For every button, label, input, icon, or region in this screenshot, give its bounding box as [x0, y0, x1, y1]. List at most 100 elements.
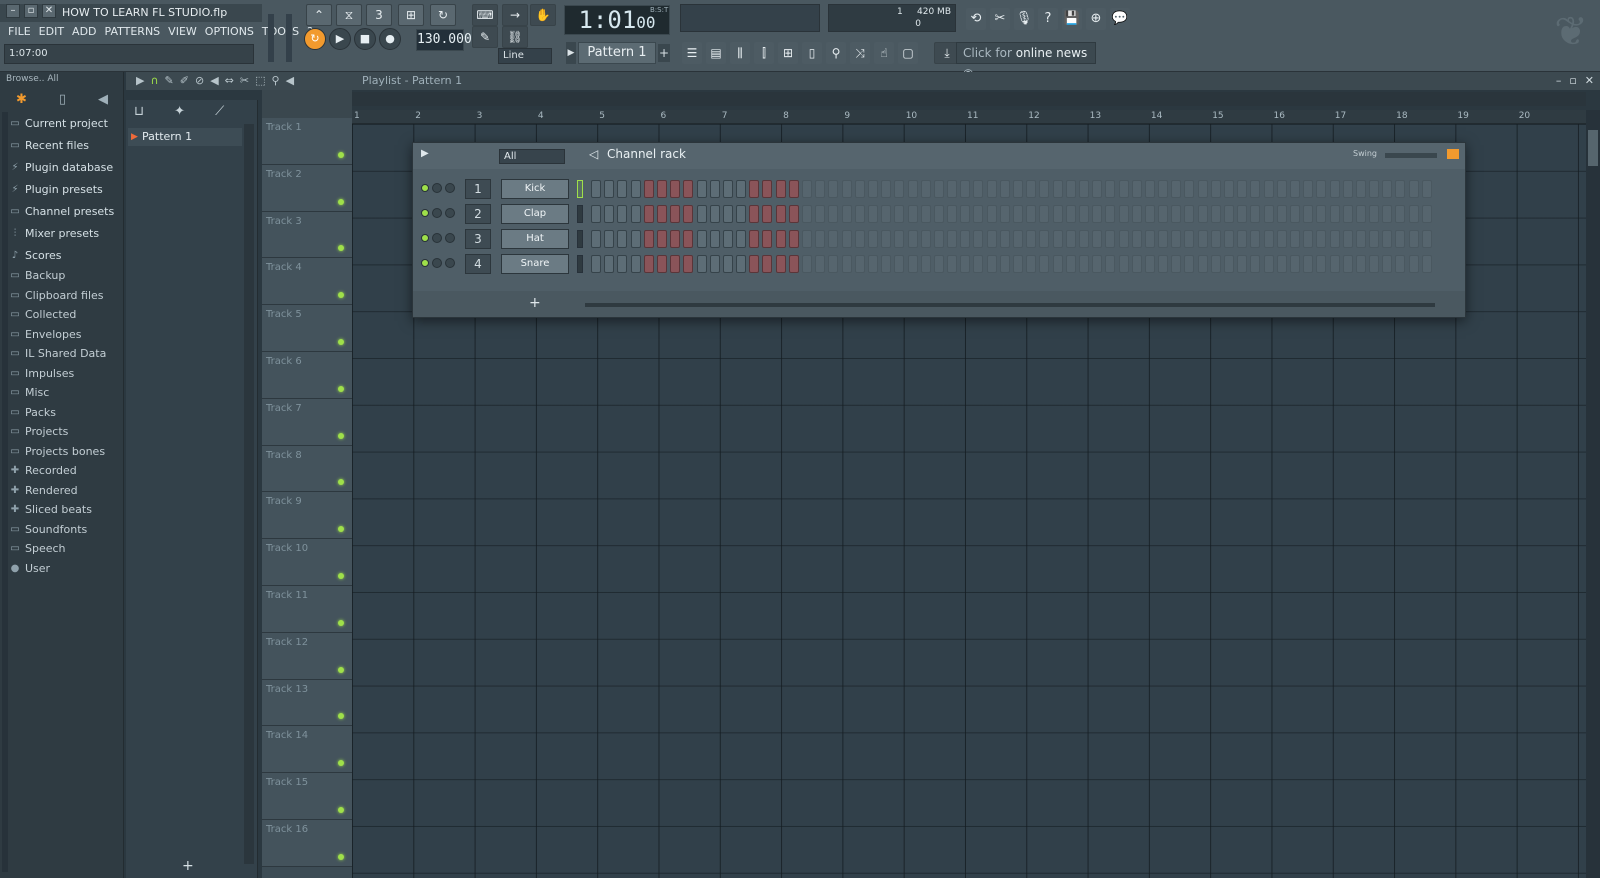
step-button[interactable]: [722, 255, 733, 273]
step-button[interactable]: [604, 255, 615, 273]
track-mute-led[interactable]: [338, 151, 344, 158]
step-button[interactable]: [933, 180, 944, 198]
track-header[interactable]: Track 15: [262, 773, 352, 820]
piano-roll-icon[interactable]: ▤: [706, 42, 726, 64]
step-button[interactable]: [1289, 230, 1300, 248]
step-button[interactable]: [802, 180, 812, 198]
step-button[interactable]: [1342, 230, 1353, 248]
step-button[interactable]: [986, 205, 997, 223]
step-button[interactable]: [1052, 180, 1063, 198]
channel-name-button[interactable]: Hat: [501, 229, 569, 249]
step-button[interactable]: [933, 205, 944, 223]
channel-select[interactable]: [577, 205, 583, 223]
step-button[interactable]: [1395, 205, 1406, 223]
step-button[interactable]: [947, 255, 958, 273]
browser-item[interactable]: ▭ Clipboard files: [10, 286, 122, 306]
step-button[interactable]: [1369, 255, 1380, 273]
play-button[interactable]: ▶: [329, 28, 351, 50]
step-button[interactable]: [973, 230, 984, 248]
step-button[interactable]: [1369, 230, 1380, 248]
step-button[interactable]: [907, 230, 918, 248]
step-button[interactable]: [696, 230, 707, 248]
step-button[interactable]: [986, 230, 997, 248]
step-button[interactable]: [999, 180, 1010, 198]
menu-edit[interactable]: EDIT: [39, 25, 64, 38]
step-button[interactable]: [591, 205, 601, 223]
step-button[interactable]: [1355, 230, 1366, 248]
browser-item[interactable]: ▭ Collected: [10, 305, 122, 325]
step-button[interactable]: [762, 255, 773, 273]
channel-pan-knob[interactable]: [432, 183, 442, 193]
menu-view[interactable]: VIEW: [168, 25, 197, 38]
browser-file-icon[interactable]: ▯: [59, 92, 66, 107]
channel-mute-led[interactable]: [421, 209, 429, 217]
step-button[interactable]: [656, 205, 667, 223]
step-button[interactable]: [722, 205, 733, 223]
menu-patterns[interactable]: PATTERNS: [105, 25, 161, 38]
step-button[interactable]: [788, 255, 799, 273]
step-button[interactable]: [947, 205, 958, 223]
step-button[interactable]: [815, 230, 826, 248]
channel-mixer-track[interactable]: 3: [465, 229, 491, 249]
browser-item[interactable]: ▭ Soundfonts: [10, 520, 122, 540]
step-button[interactable]: [749, 180, 760, 198]
step-button[interactable]: [1092, 180, 1103, 198]
step-button[interactable]: [670, 230, 681, 248]
channel-rack-icon[interactable]: ⫼: [730, 42, 750, 64]
step-button[interactable]: [696, 180, 707, 198]
step-button[interactable]: [1421, 255, 1432, 273]
step-button[interactable]: [1105, 255, 1116, 273]
step-button[interactable]: [1065, 230, 1076, 248]
picker-scrollbar[interactable]: [244, 124, 254, 864]
step-button[interactable]: [1078, 205, 1089, 223]
step-button[interactable]: [1184, 255, 1195, 273]
step-button[interactable]: [1276, 255, 1287, 273]
track-mute-led[interactable]: [338, 292, 344, 299]
channel-volume-knob[interactable]: [445, 183, 455, 193]
step-button[interactable]: [986, 180, 997, 198]
add-pattern-icon[interactable]: +: [658, 44, 670, 62]
step-button[interactable]: [1355, 180, 1366, 198]
browser-item[interactable]: ▭ Recent files: [10, 134, 122, 156]
step-button[interactable]: [1013, 205, 1023, 223]
playlist-vertical-scrollbar[interactable]: [1586, 110, 1600, 878]
swing-slider[interactable]: [1385, 153, 1437, 158]
channel-mute-led[interactable]: [421, 259, 429, 267]
step-button[interactable]: [828, 255, 839, 273]
step-button[interactable]: [894, 180, 905, 198]
browser-item[interactable]: ⚡ Plugin database: [10, 156, 122, 178]
browser-item[interactable]: ✚ Recorded: [10, 461, 122, 481]
track-header[interactable]: Track 11: [262, 586, 352, 633]
step-button[interactable]: [1197, 180, 1208, 198]
step-button[interactable]: [1105, 230, 1116, 248]
slip-icon[interactable]: ⇔: [225, 74, 234, 87]
track-mute-led[interactable]: [338, 806, 344, 813]
track-mute-led[interactable]: [338, 760, 344, 767]
track-header[interactable]: Track 1: [262, 118, 352, 165]
step-button[interactable]: [1092, 230, 1103, 248]
step-button[interactable]: [1289, 180, 1300, 198]
browser-item[interactable]: ⫶ Mixer presets: [10, 222, 122, 244]
step-button[interactable]: [920, 180, 931, 198]
step-button[interactable]: [1131, 205, 1142, 223]
add-channel-button[interactable]: +: [529, 295, 541, 311]
step-button[interactable]: [683, 230, 694, 248]
step-button[interactable]: [630, 230, 641, 248]
step-button[interactable]: [1316, 255, 1327, 273]
track-header[interactable]: Track 6: [262, 352, 352, 399]
step-button[interactable]: [670, 255, 681, 273]
step-button[interactable]: [736, 205, 747, 223]
step-button[interactable]: [1105, 180, 1116, 198]
minimize-icon[interactable]: –: [6, 4, 20, 18]
arrow-right-icon[interactable]: →: [502, 4, 528, 26]
step-button[interactable]: [1237, 205, 1248, 223]
step-button[interactable]: [709, 180, 720, 198]
step-button[interactable]: [960, 255, 971, 273]
step-button[interactable]: [1329, 205, 1340, 223]
mute-icon[interactable]: ◀: [210, 74, 218, 87]
step-button[interactable]: [683, 205, 694, 223]
browser-item[interactable]: ⚡ Plugin presets: [10, 178, 122, 200]
step-button[interactable]: [1184, 230, 1195, 248]
channel-mixer-track[interactable]: 4: [465, 254, 491, 274]
channel-pan-knob[interactable]: [432, 208, 442, 218]
